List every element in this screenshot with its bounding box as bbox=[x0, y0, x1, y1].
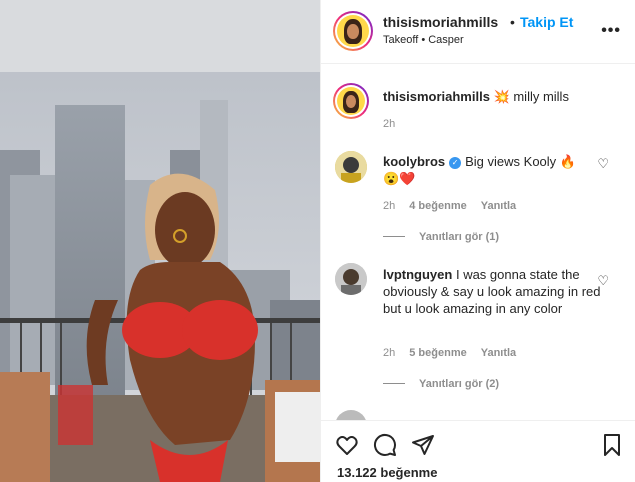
comment-time[interactable]: 2h bbox=[383, 200, 395, 212]
comment-likes[interactable]: 4 beğenme bbox=[409, 200, 466, 212]
comment-likes[interactable]: 5 beğenme bbox=[409, 347, 466, 359]
heart-icon[interactable] bbox=[335, 433, 359, 457]
post-video[interactable] bbox=[0, 0, 320, 482]
caption-avatar[interactable] bbox=[333, 83, 369, 119]
post-sidebar: thisismoriahmills • Takip Et Takeoff • C… bbox=[320, 0, 635, 482]
video-frame bbox=[0, 0, 320, 482]
comment-avatar[interactable] bbox=[335, 410, 367, 420]
likes-count[interactable]: 13.122 beğenme bbox=[337, 465, 437, 480]
reply-button[interactable]: Yanıtla bbox=[481, 200, 516, 212]
comment-avatar[interactable] bbox=[335, 151, 367, 183]
comment-text-emojis: 😮❤️ bbox=[383, 171, 416, 186]
caption-username[interactable]: thisismoriahmills bbox=[383, 89, 490, 104]
avatar-photo bbox=[335, 263, 367, 295]
caption-time[interactable]: 2h bbox=[383, 118, 395, 130]
caption-text: milly mills bbox=[509, 89, 569, 104]
view-replies-label: Yanıtları gör (2) bbox=[419, 378, 500, 390]
comment-avatar[interactable] bbox=[335, 263, 367, 295]
comment-icon[interactable] bbox=[373, 433, 397, 457]
author-username[interactable]: thisismoriahmills bbox=[383, 14, 498, 30]
more-options-icon[interactable]: ••• bbox=[601, 22, 621, 40]
replies-line bbox=[383, 236, 405, 237]
separator-dot: • bbox=[510, 14, 515, 30]
author-avatar[interactable] bbox=[333, 11, 373, 51]
comment-like-heart-icon[interactable]: ♡ bbox=[597, 156, 609, 172]
explosion-emoji: 💥 bbox=[493, 89, 510, 104]
comment-text: Big views Kooly 🔥 bbox=[465, 154, 576, 169]
view-replies-button[interactable]: Yanıtları gör (1) bbox=[383, 231, 499, 243]
share-icon[interactable] bbox=[411, 433, 435, 457]
reply-button[interactable]: Yanıtla bbox=[481, 347, 516, 359]
verified-badge-icon: ✓ bbox=[449, 157, 462, 169]
post-actions: 13.122 beğenme bbox=[321, 420, 635, 482]
comment-username[interactable]: koolybros bbox=[383, 154, 445, 169]
comment-username[interactable]: lvptnguyen bbox=[383, 267, 452, 282]
comment-body: koolybros ✓ Big views Kooly 🔥 😮❤️ bbox=[383, 153, 608, 187]
view-replies-button[interactable]: Yanıtları gör (2) bbox=[383, 378, 499, 390]
post-header: thisismoriahmills • Takip Et Takeoff • C… bbox=[321, 0, 635, 64]
follow-button[interactable]: Takip Et bbox=[520, 14, 573, 30]
replies-line bbox=[383, 383, 405, 384]
comment-meta: 2h 5 beğenme Yanıtla bbox=[383, 347, 530, 359]
comment-like-heart-icon[interactable]: ♡ bbox=[597, 273, 609, 289]
comment-meta: 2h 4 beğenme Yanıtla bbox=[383, 200, 530, 212]
audio-label[interactable]: Takeoff • Casper bbox=[383, 34, 464, 46]
comment-body: lvptnguyen I was gonna state the obvious… bbox=[383, 266, 608, 317]
view-replies-label: Yanıtları gör (1) bbox=[419, 231, 500, 243]
caption: thisismoriahmills 💥 milly mills bbox=[383, 89, 623, 105]
comments-list[interactable]: thisismoriahmills 💥 milly mills 2h kooly… bbox=[321, 65, 635, 420]
comment-time[interactable]: 2h bbox=[383, 347, 395, 359]
avatar-photo bbox=[335, 151, 367, 183]
bookmark-icon[interactable] bbox=[600, 433, 624, 457]
